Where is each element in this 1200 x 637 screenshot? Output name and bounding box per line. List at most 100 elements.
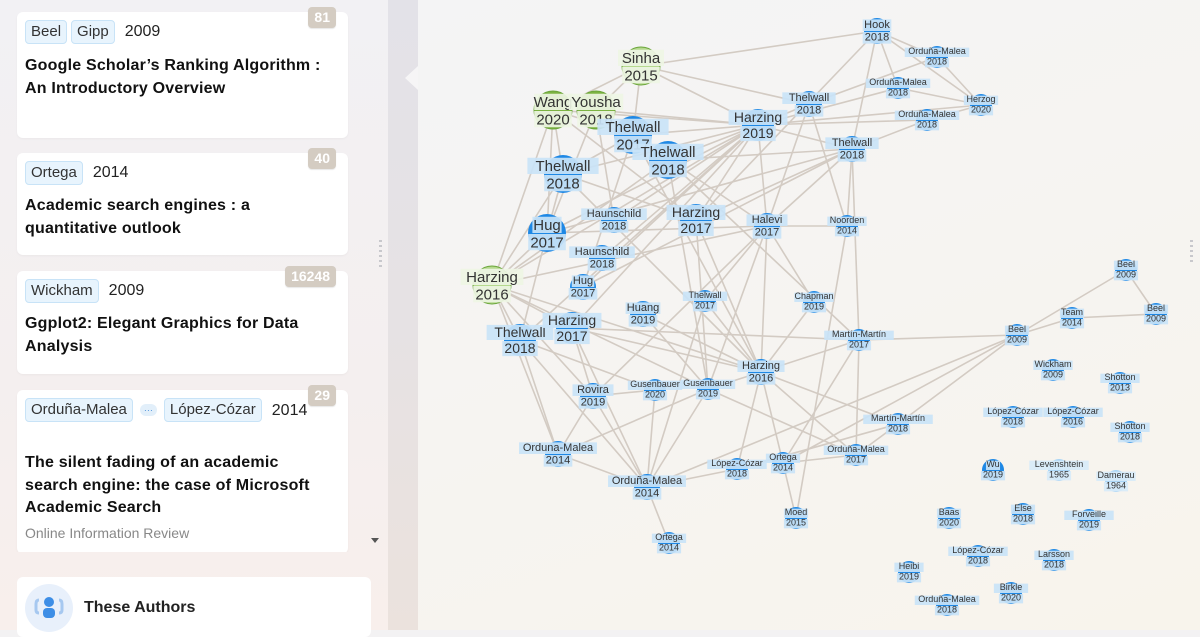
node-year-label: 2015	[786, 517, 806, 527]
paper-card[interactable]: Orduña-Malea ··· López-Cózar 2014 The si…	[17, 385, 348, 552]
paper-node[interactable]: Else2018	[1010, 503, 1036, 525]
node-author-label: Gusenbauer	[683, 378, 733, 388]
node-year-label: 2020	[1001, 592, 1021, 602]
paper-node[interactable]: Halevi2017	[746, 213, 788, 239]
paper-node[interactable]: Damerau1964	[1096, 470, 1136, 492]
node-year-label: 2014	[546, 455, 570, 467]
paper-node[interactable]: Ortega2014	[765, 452, 801, 474]
node-year-label: 2016	[475, 286, 508, 303]
paper-node[interactable]: Orduña-Malea2018	[914, 594, 980, 616]
paper-node[interactable]: Ortega2014	[651, 532, 687, 554]
node-year-label: 2016	[1063, 416, 1083, 426]
more-authors-button[interactable]: ···	[139, 404, 157, 416]
paper-node[interactable]: Hook2018	[862, 18, 892, 44]
author-chip[interactable]: López-Cózar	[163, 398, 262, 422]
paper-node[interactable]: Harzing2016	[460, 265, 524, 305]
scroll-down-arrow-icon[interactable]	[371, 538, 379, 543]
these-authors-label: These Authors	[84, 599, 196, 616]
paper-node[interactable]: Thelwall2018	[632, 141, 704, 179]
citation-graph[interactable]: Sinha2015Wang2020Yousha2018Thelwall2017T…	[418, 0, 1200, 630]
author-chip[interactable]: Wickham	[25, 279, 99, 303]
paper-node[interactable]: Moed2015	[783, 507, 809, 529]
paper-venue: Online Information Review	[25, 525, 190, 541]
paper-node[interactable]: Hug2017	[528, 214, 566, 252]
paper-card[interactable]: Wickham 2009 Ggplot2: Elegant Graphics f…	[17, 266, 348, 374]
paper-node[interactable]: Wu2019	[980, 459, 1006, 481]
paper-node[interactable]: Beel2009	[1113, 259, 1139, 281]
node-author-label: López-Cózar	[952, 545, 1004, 555]
paper-node[interactable]: Thelwall2018	[782, 91, 836, 117]
node-author-label: Orduña-Malea	[869, 77, 927, 87]
paper-node[interactable]: López-Cózar2018	[948, 545, 1008, 567]
paper-node[interactable]: Baas2020	[936, 507, 962, 529]
node-year-label: 2017	[530, 234, 563, 251]
paper-node[interactable]: Levenshtein1965	[1029, 459, 1089, 481]
node-year-label: 2019	[631, 315, 655, 327]
paper-card[interactable]: Ortega 2014 Academic search engines : a …	[17, 148, 348, 255]
panel-splitter[interactable]	[388, 0, 418, 630]
node-author-label: Halevi	[752, 214, 783, 226]
node-author-label: Hug	[533, 217, 561, 234]
node-year-label: 2014	[659, 542, 679, 552]
paper-year: 2014	[92, 164, 129, 181]
paper-node[interactable]: Sinha2015	[618, 46, 664, 86]
citation-edge	[855, 339, 860, 456]
paper-node[interactable]: Noorden2014	[827, 215, 867, 237]
paper-node[interactable]: Thelwall2017	[682, 290, 728, 312]
node-year-label: 2019	[899, 571, 919, 581]
node-author-label: Noorden	[830, 215, 865, 225]
paper-node[interactable]: Martín-Martín2018	[863, 413, 933, 435]
paper-node[interactable]: Orduña-Malea2017	[823, 444, 889, 466]
node-year-label: 2018	[1003, 416, 1023, 426]
node-author-label: Orduña-Malea	[918, 594, 976, 604]
node-year-label: 2014	[635, 488, 659, 500]
author-chip[interactable]: Beel	[25, 20, 68, 44]
author-chip[interactable]: Ortega	[25, 161, 83, 185]
paper-node[interactable]: Orduña-Malea2014	[608, 474, 686, 500]
paper-node[interactable]: Rovira2019	[572, 383, 614, 409]
author-chip[interactable]: Gipp	[71, 20, 115, 44]
paper-node[interactable]: Team2014	[1059, 307, 1085, 329]
paper-node[interactable]: Shotton2013	[1100, 372, 1140, 394]
paper-node[interactable]: Wang2020	[533, 90, 573, 130]
node-year-label: 2018	[651, 161, 684, 178]
paper-node[interactable]: Wickham2009	[1033, 359, 1073, 381]
author-chips: Ortega 2014	[25, 161, 325, 185]
paper-node[interactable]: Orduña-Malea2018	[894, 109, 960, 131]
collapse-sidebar-arrow-icon[interactable]	[405, 66, 418, 90]
paper-card[interactable]: Beel Gipp 2009 Google Scholar’s Ranking …	[17, 7, 348, 138]
right-resize-handle-icon[interactable]	[1190, 240, 1193, 262]
resize-handle-icon[interactable]	[379, 240, 382, 270]
paper-node[interactable]: Hug2017	[568, 274, 598, 300]
paper-node[interactable]: López-Cózar2016	[1043, 406, 1103, 428]
node-author-label: Harzing	[742, 360, 780, 372]
node-year-label: 2020	[536, 111, 569, 128]
graph-canvas[interactable]: Sinha2015Wang2020Yousha2018Thelwall2017T…	[418, 0, 1200, 630]
paper-node[interactable]: Orduña-Malea2018	[865, 77, 931, 99]
paper-list[interactable]: Beel Gipp 2009 Google Scholar’s Ranking …	[0, 0, 374, 552]
paper-node[interactable]: Thelwall2018	[486, 324, 554, 357]
paper-title: The silent fading of an academic search …	[25, 454, 310, 516]
paper-node[interactable]: López-Cózar2018	[707, 458, 767, 480]
paper-node[interactable]: Orduna-Malea2014	[519, 441, 597, 467]
node-year-label: 2018	[865, 32, 889, 44]
paper-node[interactable]: Beel2009	[1004, 324, 1030, 346]
paper-node[interactable]: Harzing2016	[737, 359, 785, 385]
paper-node[interactable]: Beel2009	[1143, 303, 1169, 325]
these-authors-panel[interactable]: These Authors	[17, 577, 371, 637]
paper-node[interactable]: Shotton2018	[1110, 421, 1150, 443]
node-year-label: 2020	[971, 104, 991, 114]
node-year-label: 2018	[917, 119, 937, 129]
paper-node[interactable]: Birkle2020	[993, 582, 1029, 604]
paper-node[interactable]: Huang2019	[625, 301, 661, 327]
paper-node[interactable]: Larsson2018	[1034, 549, 1074, 571]
author-chip[interactable]: Orduña-Malea	[25, 398, 133, 422]
paper-node[interactable]: Thelwall2018	[527, 155, 599, 193]
node-year-label: 2017	[556, 328, 587, 344]
node-year-label: 2019	[698, 388, 718, 398]
paper-node[interactable]: Herzog2020	[963, 94, 999, 116]
paper-node[interactable]: Harzing2017	[666, 204, 726, 237]
paper-node[interactable]: Forveille2019	[1064, 509, 1114, 531]
paper-node[interactable]: López-Cózar2018	[983, 406, 1043, 428]
paper-node[interactable]: Heibi2019	[894, 561, 924, 583]
